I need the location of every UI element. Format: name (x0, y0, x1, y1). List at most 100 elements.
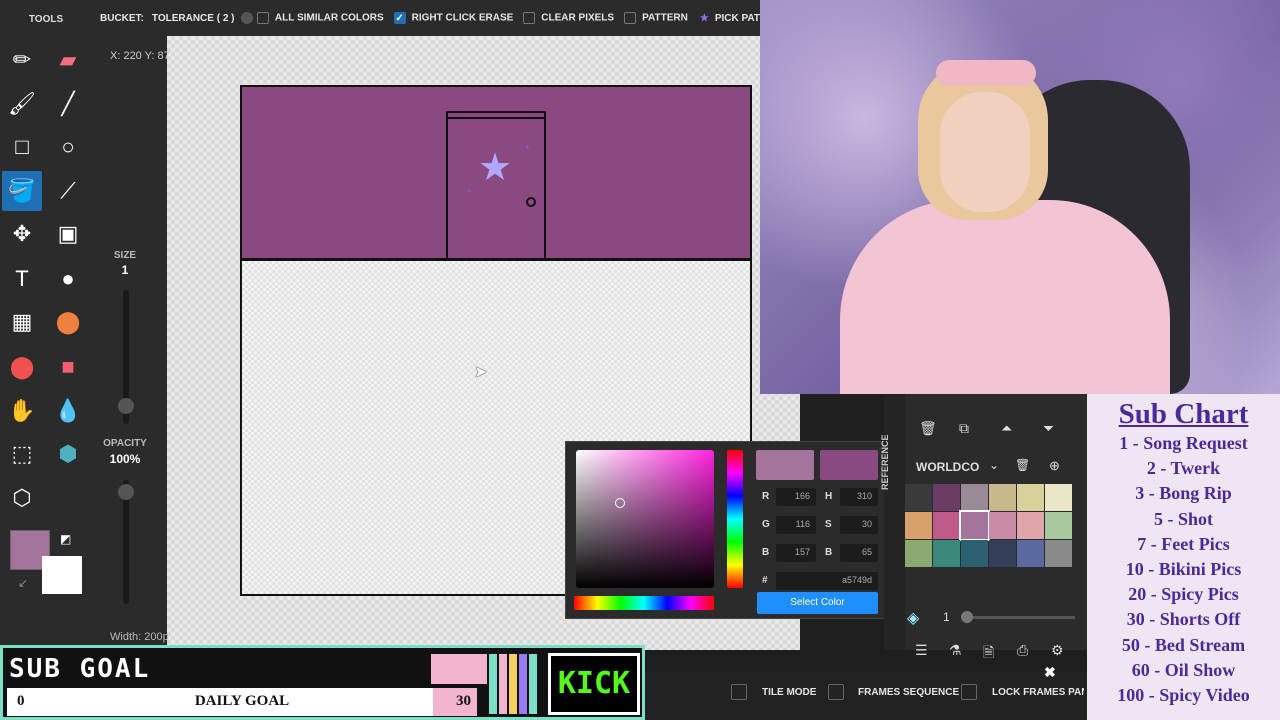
stripe-shape (489, 654, 497, 714)
bucket-tool-icon[interactable]: 🪣 (2, 171, 42, 211)
palette-swatch[interactable] (933, 540, 960, 567)
g-field[interactable]: 116 (776, 516, 816, 534)
line-tool-icon[interactable]: ╱ (48, 84, 88, 124)
palette-swatch[interactable] (905, 540, 932, 567)
export-icon[interactable]: ⎙ (1017, 642, 1028, 659)
shade-tool-icon[interactable]: ▣ (48, 214, 88, 254)
dither-tool-icon[interactable]: ● (48, 259, 88, 299)
tolerance-slider-thumb[interactable] (240, 12, 253, 24)
tolerance-slider[interactable] (240, 12, 253, 24)
text-tool-icon[interactable]: T (2, 259, 42, 299)
settings-icon[interactable]: ⚙ (1051, 642, 1064, 659)
hue-slider-vertical[interactable] (727, 450, 743, 588)
merge-down-icon[interactable]: ⏷ (1043, 420, 1054, 437)
palette-swatch[interactable] (1045, 540, 1072, 567)
select-color-button[interactable]: Select Color (757, 592, 878, 614)
all-similar-colors-checkbox[interactable] (256, 12, 269, 24)
smudge-tool-icon[interactable]: ⬤ (48, 302, 88, 342)
opacity-slider-thumb[interactable] (118, 484, 134, 500)
pattern-checkbox[interactable] (624, 12, 637, 24)
palette-swatch[interactable] (1017, 484, 1044, 511)
h-field[interactable]: 310 (840, 488, 878, 506)
list-icon[interactable]: ☰ (915, 642, 928, 659)
merge-up-icon[interactable]: ⏶ (1001, 420, 1012, 437)
pattern-option[interactable]: PATTERN (624, 12, 688, 24)
palette-swatch[interactable] (1017, 540, 1044, 567)
app-root: TOOLS ✏ ▰ 🖌 ╱ □ ○ 🪣 ⟋ ✥ ▣ T ● ▦ ⬤ ⬤ ■ ✋ … (0, 0, 1280, 720)
pattern-tool-icon[interactable]: ▦ (2, 302, 42, 342)
clear-pixels-checkbox[interactable] (523, 12, 536, 24)
swap-colors-icon[interactable]: ◩ (60, 532, 71, 546)
reset-colors-icon[interactable]: ↙ (18, 576, 28, 590)
layer-slider-thumb[interactable] (961, 611, 973, 623)
sub-goal-progress-bar: 0 DAILY GOAL 30 (7, 688, 477, 716)
tile-mode-label: TILE MODE (762, 687, 817, 698)
water-drop-tool-icon[interactable]: 💧 (48, 391, 88, 431)
palette-swatch[interactable] (933, 512, 960, 539)
flask-icon[interactable]: ⚗ (949, 642, 962, 659)
palette-swatch[interactable] (989, 484, 1016, 511)
move-tool-icon[interactable]: ✥ (2, 214, 42, 254)
rectangle-tool-icon[interactable]: □ (2, 127, 42, 167)
lock-frames-panel-checkbox[interactable] (961, 684, 977, 700)
reference-strip[interactable] (884, 394, 905, 650)
palette-swatch[interactable] (989, 512, 1016, 539)
brightness-field[interactable]: 65 (840, 544, 878, 562)
palette-swatch[interactable] (961, 484, 988, 511)
sub-chart-item: 20 - Spicy Pics (1128, 584, 1239, 605)
palette-swatch[interactable] (905, 484, 932, 511)
pick-pattern-label[interactable]: PICK PAT (715, 13, 760, 24)
r-field[interactable]: 166 (776, 488, 816, 506)
hue-slider-horizontal[interactable] (574, 596, 714, 610)
pencil-tool-icon[interactable]: ✏ (2, 40, 42, 80)
palette-swatch[interactable] (1045, 512, 1072, 539)
hand-tool-icon[interactable]: ✋ (2, 391, 42, 431)
layer-slider[interactable] (965, 616, 1075, 619)
copy-icon[interactable]: ⧉ (959, 420, 969, 437)
wall-drawing: ★ ✦ ✦ (242, 87, 750, 261)
right-click-erase-option[interactable]: ✓ RIGHT CLICK ERASE (393, 12, 513, 24)
b-field[interactable]: 157 (776, 544, 816, 562)
saturation-value-area[interactable] (576, 450, 714, 588)
face-shape (940, 92, 1030, 212)
gradient-tool-icon[interactable]: ■ (48, 347, 88, 387)
clear-pixels-option[interactable]: CLEAR PIXELS (523, 12, 614, 24)
palette-swatch[interactable] (959, 510, 990, 541)
select-tool-icon[interactable]: ⬚ (2, 434, 42, 474)
palette-swatch[interactable] (933, 484, 960, 511)
frames-sequence-checkbox[interactable] (828, 684, 844, 700)
secondary-color-swatch[interactable] (42, 556, 82, 594)
frames-bottom-bar: TILE MODE FRAMES SEQUENCE LOCK FRAMES PA… (640, 664, 1087, 720)
eraser-tool-icon[interactable]: ▰ (48, 40, 88, 80)
hex-field[interactable]: a5749d (776, 572, 878, 590)
palette-swatch[interactable] (1045, 484, 1072, 511)
reference-label[interactable]: REFERENCE (880, 434, 890, 490)
circle-tool-icon[interactable]: ○ (48, 127, 88, 167)
star-sticker-icon: ★ (478, 147, 513, 189)
palette-swatch[interactable] (1017, 512, 1044, 539)
lock-frames-panel-label: LOCK FRAMES PANEL (992, 687, 1084, 698)
palette-swatch[interactable] (961, 540, 988, 567)
s-field[interactable]: 30 (840, 516, 878, 534)
tile-mode-checkbox[interactable] (731, 684, 747, 700)
color-replace-tool-icon[interactable]: ⬤ (2, 347, 42, 387)
color-cursor[interactable] (615, 498, 625, 508)
cube-tool-icon[interactable]: ⬡ (2, 478, 42, 518)
trash-icon[interactable]: 🗑 (919, 420, 937, 437)
all-similar-colors-option[interactable]: ALL SIMILAR COLORS (256, 12, 384, 24)
palette-name[interactable]: WORLDCO (916, 460, 979, 474)
delete-palette-icon[interactable]: 🗑 (1015, 458, 1030, 472)
brush-tool-icon[interactable]: 🖌 (2, 84, 42, 124)
chevron-down-icon[interactable]: ⌄ (989, 458, 999, 472)
close-icon[interactable]: ✖ (1044, 664, 1056, 681)
right-click-erase-checkbox[interactable]: ✓ (393, 12, 406, 24)
palette-swatch[interactable] (989, 540, 1016, 567)
size-slider-thumb[interactable] (118, 398, 134, 414)
eyedropper-tool-icon[interactable]: ⟋ (48, 171, 88, 211)
sparkle-icon: ✦ (524, 143, 531, 152)
palette-swatch[interactable] (905, 512, 932, 539)
add-color-icon[interactable]: ⊕ (1049, 458, 1060, 474)
color-wheel-icon[interactable]: ◈ (907, 608, 919, 628)
file-icon[interactable]: 🗎 (983, 642, 994, 666)
blob-tool-icon[interactable]: ⬢ (48, 434, 88, 474)
